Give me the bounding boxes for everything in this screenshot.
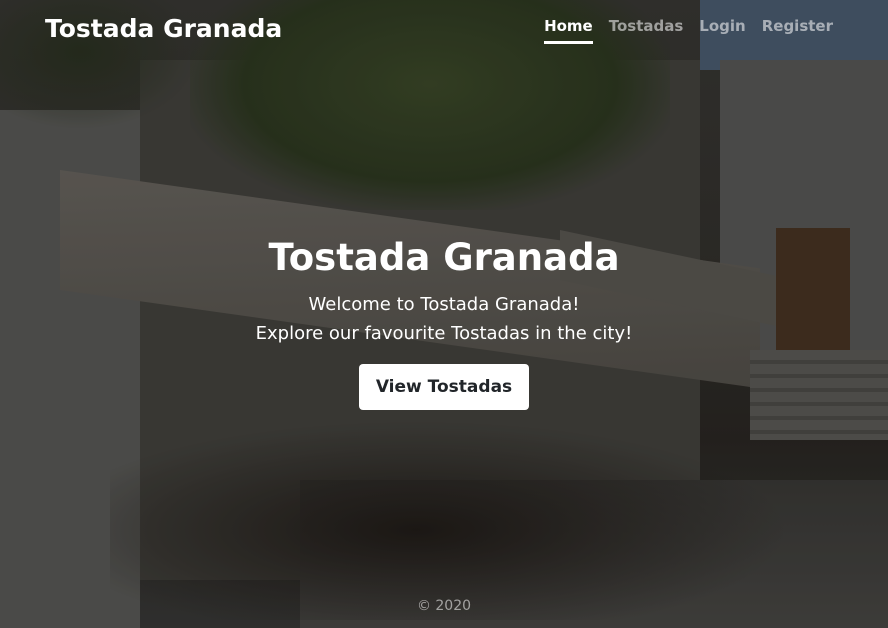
brand-logo-link[interactable]: Tostada Granada xyxy=(45,14,282,43)
hero-lead: Welcome to Tostada Granada! Explore our … xyxy=(0,290,888,348)
nav-link-tostadas[interactable]: Tostadas xyxy=(609,17,684,44)
navbar: Tostada Granada Home Tostadas Login Regi… xyxy=(0,0,888,56)
copyright-text: © 2020 xyxy=(416,598,472,614)
nav-link-login[interactable]: Login xyxy=(699,17,745,44)
hero-lead-line-2: Explore our favourite Tostadas in the ci… xyxy=(255,323,633,344)
nav-link-home[interactable]: Home xyxy=(544,17,593,44)
nav-links: Home Tostadas Login Register xyxy=(544,17,833,44)
hero-lead-line-1: Welcome to Tostada Granada! xyxy=(308,294,580,315)
view-tostadas-button[interactable]: View Tostadas xyxy=(358,364,530,410)
hero-section: Tostada Granada Welcome to Tostada Grana… xyxy=(0,232,888,410)
hero-title: Tostada Granada xyxy=(268,236,620,279)
footer: © 2020 xyxy=(0,598,888,614)
nav-link-register[interactable]: Register xyxy=(762,17,833,44)
